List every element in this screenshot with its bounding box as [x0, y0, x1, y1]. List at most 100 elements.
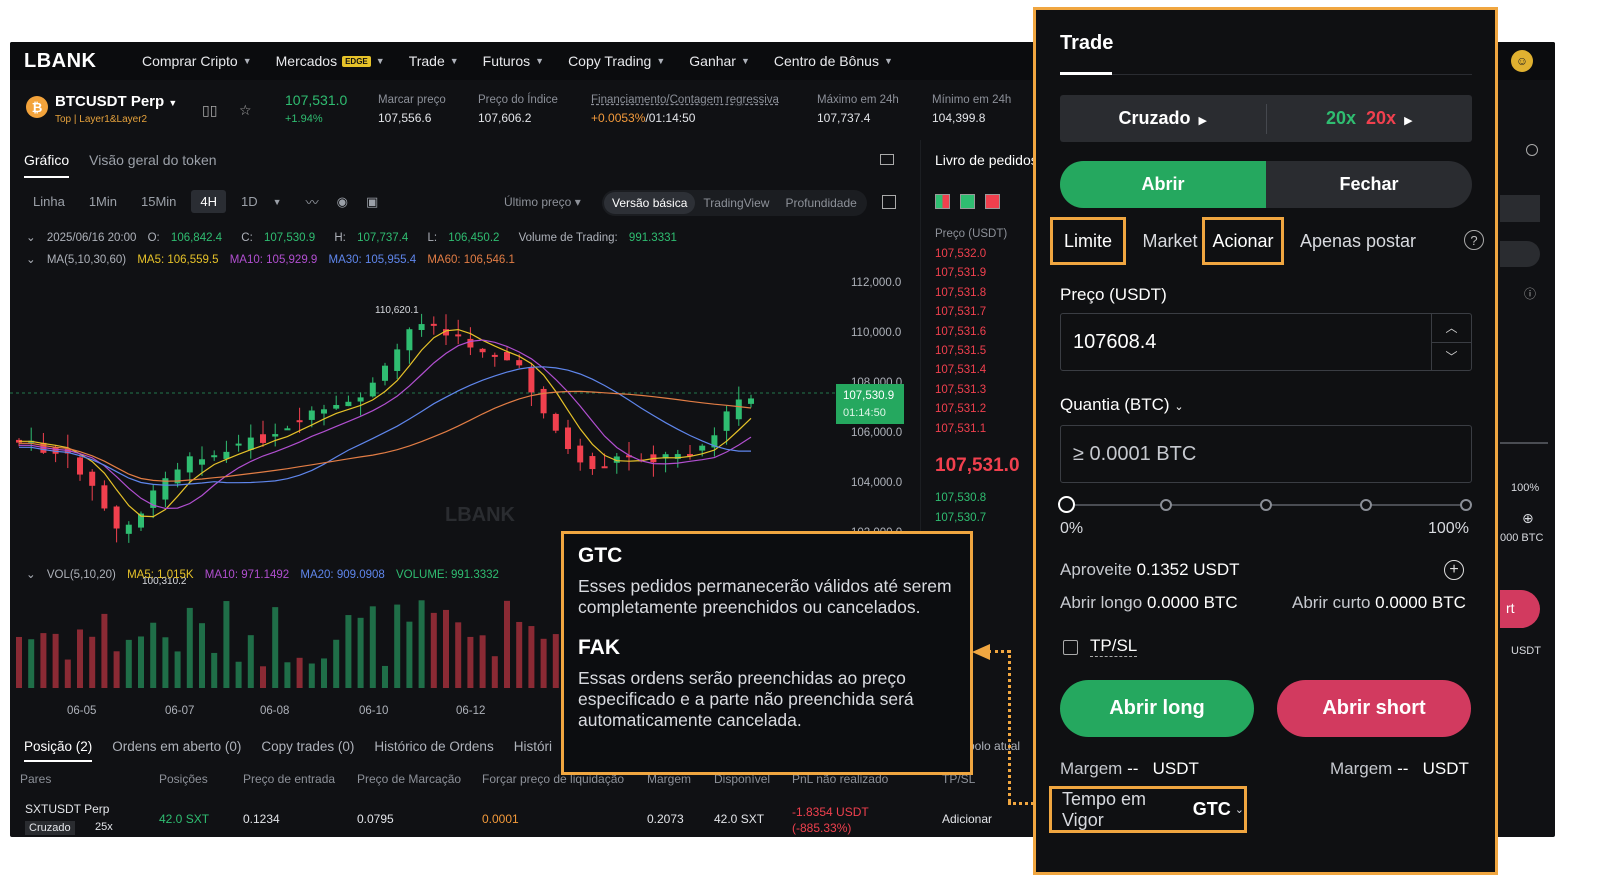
volume-bar [89, 636, 96, 688]
nav-comprar-cripto[interactable]: Comprar Cripto ▼ [142, 53, 252, 69]
volume-bar [430, 612, 437, 688]
plus-icon[interactable]: ⊕ [1522, 510, 1534, 527]
quantity-slider[interactable] [1058, 496, 1472, 513]
candle-body [101, 485, 108, 509]
slider-step[interactable] [1360, 499, 1372, 511]
ask-row[interactable]: 107,531.8 [935, 287, 986, 299]
open-long-button[interactable]: Abrir long [1060, 680, 1254, 737]
tab-ordens-aberto[interactable]: Ordens em aberto (0) [112, 739, 241, 762]
tab-copy-trades[interactable]: Copy trades (0) [261, 739, 354, 762]
trade-panel: Trade Cruzado ▶ 20x 20x ▶ Abrir Fechar Lim… [1033, 7, 1498, 875]
ask-row[interactable]: 107,531.1 [935, 423, 986, 435]
volume-bar [382, 665, 388, 688]
ask-row[interactable]: 107,532.0 [935, 248, 986, 260]
ask-row[interactable]: 107,531.2 [935, 403, 986, 415]
ask-row[interactable]: 107,531.4 [935, 364, 986, 376]
slider-max-label: 100% [1428, 520, 1469, 537]
y-tick: 110,000.0 [851, 327, 901, 339]
avatar[interactable]: ☺ [1511, 50, 1533, 72]
help-icon[interactable]: ? [1464, 230, 1484, 250]
nav-mercados[interactable]: Mercados EDGE ▼ [276, 53, 385, 69]
gtc-title: GTC [578, 544, 623, 567]
candle-body [418, 324, 425, 330]
quantity-input[interactable]: ≥ 0.0001 BTC [1060, 425, 1472, 483]
nav-trade[interactable]: Trade ▼ [409, 53, 459, 69]
candle-body [467, 338, 474, 348]
tab-historico[interactable]: Históri [514, 739, 552, 762]
bid-row[interactable]: 107,530.7 [935, 512, 986, 524]
x-tick: 06-12 [456, 705, 486, 717]
time-in-force-select[interactable]: Tempo em Vigor GTC ⌄ [1049, 786, 1247, 833]
candle-body [321, 409, 327, 414]
tpsl-checkbox[interactable] [1063, 640, 1078, 655]
partial-short-button[interactable]: rt [1500, 590, 1540, 628]
volume-bar [528, 626, 535, 688]
open-tab[interactable]: Abrir [1060, 161, 1266, 208]
nav-futuros[interactable]: Futuros ▼ [483, 53, 544, 69]
symbol-selector[interactable]: BTCUSDT Perp ▼ [55, 93, 177, 110]
y-tick: 112,000.0 [851, 277, 901, 289]
help-icon[interactable]: ⓘ [1524, 285, 1536, 302]
divider [1060, 74, 1472, 75]
quantity-label[interactable]: Quantia (BTC) ⌄ [1060, 395, 1184, 415]
lbank-logo[interactable]: LBANK [24, 50, 142, 73]
candle-body [296, 420, 303, 423]
fak-description: Essas ordens serão preenchidas ao preço … [578, 668, 914, 730]
star-icon[interactable]: ☆ [239, 102, 252, 119]
volume-bar [138, 636, 144, 688]
candle-body [723, 411, 730, 431]
x-tick: 06-05 [67, 705, 97, 717]
ask-row[interactable]: 107,531.6 [935, 326, 986, 338]
chevron-down-icon: ▼ [883, 56, 893, 66]
slider-step[interactable] [1260, 499, 1272, 511]
plus-circle-icon[interactable]: + [1444, 560, 1464, 580]
bids-only-icon[interactable] [960, 194, 975, 209]
order-type-market[interactable]: Market [1132, 217, 1208, 265]
candle-body [247, 437, 254, 450]
candle-body [235, 443, 242, 446]
volume-bar [418, 600, 425, 688]
asks-only-icon[interactable] [985, 194, 1000, 209]
positions-tabs: Posição (2) Ordens em aberto (0) Copy tr… [24, 739, 552, 762]
ask-row[interactable]: 107,531.3 [935, 384, 986, 396]
tab-historico-ordens[interactable]: Histórico de Ordens [374, 739, 493, 762]
ask-row[interactable]: 107,531.7 [935, 306, 986, 318]
book-icon[interactable]: ▯▯ [202, 102, 217, 119]
nav-copy-trading[interactable]: Copy Trading ▼ [568, 53, 665, 69]
slider-step[interactable] [1460, 499, 1472, 511]
slider-step[interactable] [1160, 499, 1172, 511]
tab-posicao[interactable]: Posição (2) [24, 739, 93, 762]
both-sides-icon[interactable] [935, 194, 950, 209]
candle-body [345, 401, 352, 407]
candle-body [601, 466, 608, 469]
volume-bar [516, 621, 523, 688]
high-marker: 110,620.1 [375, 305, 419, 316]
leverage-button[interactable]: 20x 20x ▶ [1267, 108, 1473, 129]
candle-body [406, 329, 413, 351]
settings-icon[interactable] [1526, 144, 1538, 156]
bid-row[interactable]: 107,530.8 [935, 492, 986, 504]
volume-bar [174, 651, 181, 688]
caret-right-icon: ▶ [1404, 115, 1413, 127]
open-short-button[interactable]: Abrir short [1277, 680, 1471, 737]
ask-row[interactable]: 107,531.9 [935, 267, 986, 279]
order-type-apenas-postar[interactable]: Apenas postar [1290, 217, 1426, 265]
candle-body [565, 427, 571, 450]
close-tab[interactable]: Fechar [1266, 161, 1472, 208]
trade-title[interactable]: Trade [1060, 32, 1113, 55]
order-type-limite[interactable]: Limite [1050, 217, 1126, 265]
nav-centro-de-bonus[interactable]: Centro de Bônus ▼ [774, 53, 893, 69]
chevron-down-icon[interactable]: ﹀ [1432, 343, 1471, 371]
price-input[interactable]: 107608.4 ︿ ﹀ [1060, 313, 1472, 371]
margin-mode-button[interactable]: Cruzado ▶ [1060, 108, 1266, 129]
slider-percent: 100% [1511, 482, 1540, 494]
volume-bar [443, 609, 449, 688]
volume-bar [28, 639, 35, 688]
nav-ganhar[interactable]: Ganhar ▼ [689, 53, 750, 69]
tpsl-label[interactable]: TP/SL [1090, 636, 1138, 657]
slider-handle[interactable] [1058, 496, 1075, 513]
ask-row[interactable]: 107,531.5 [935, 345, 986, 357]
chevron-up-icon[interactable]: ︿ [1432, 314, 1471, 343]
order-type-acionar[interactable]: Acionar [1202, 217, 1284, 265]
candle-body [125, 524, 132, 534]
